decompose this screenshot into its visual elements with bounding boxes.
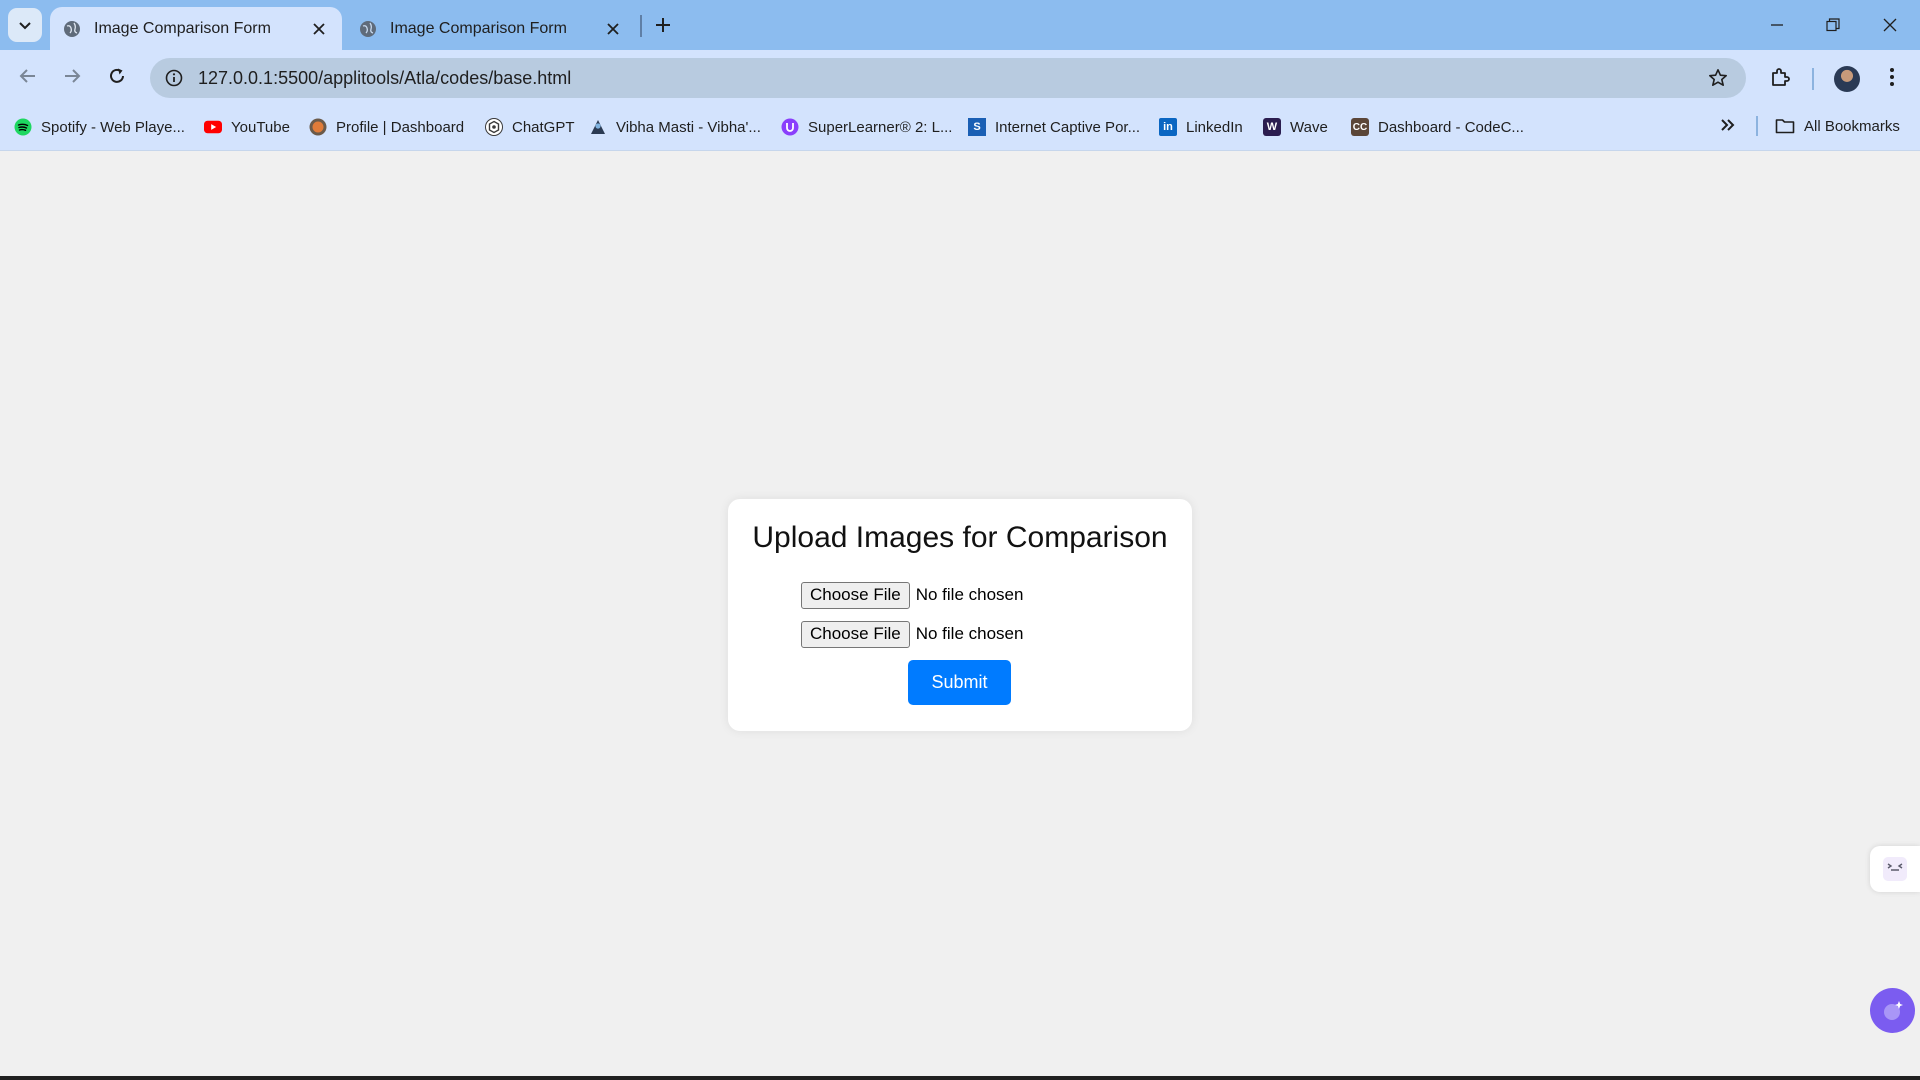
globe-icon [62, 19, 82, 39]
tab-image-comparison-form[interactable]: Image Comparison Form [346, 7, 636, 50]
folder-icon [1775, 118, 1795, 134]
arrow-right-icon [65, 69, 81, 83]
extensions-button[interactable] [1764, 60, 1798, 94]
reload-icon [110, 68, 124, 83]
bookmark-label: YouTube [231, 118, 290, 136]
all-bookmarks-label: All Bookmarks [1804, 117, 1900, 135]
close-icon [1883, 18, 1897, 32]
chevron-down-icon [19, 22, 31, 30]
spotify-icon [14, 118, 32, 136]
bookmark-superlearner[interactable]: SuperLearner® 2: L... [781, 114, 952, 140]
profile-avatar[interactable] [1834, 66, 1860, 92]
bookmark-label: Wave [1290, 118, 1328, 136]
assistant-floating-button[interactable] [1870, 988, 1915, 1033]
choose-file-button-1[interactable]: Choose File [801, 581, 910, 609]
forward-button[interactable] [54, 58, 90, 94]
chatgpt-icon [485, 118, 503, 136]
bookmark-label: Internet Captive Por... [995, 118, 1141, 136]
bookmark-star-icon[interactable] [1702, 62, 1734, 94]
superlearner-icon [781, 118, 799, 136]
globe-icon [358, 19, 378, 39]
page-title: Upload Images for Comparison [752, 521, 1168, 554]
captive-portal-icon: S [968, 118, 986, 136]
linkedin-icon: in [1159, 118, 1177, 136]
page-viewport: Upload Images for Comparison Choose File… [0, 152, 1920, 1076]
wave-icon: W [1263, 118, 1281, 136]
file-input-1[interactable]: Choose File No file chosen [801, 581, 1023, 609]
bookmark-profile-dashboard[interactable]: Profile | Dashboard [309, 114, 464, 140]
minimize-icon [1771, 24, 1783, 26]
tab-title: Image Comparison Form [390, 19, 567, 37]
browser-toolbar: 127.0.0.1:5500/applitools/Atla/codes/bas… [0, 50, 1920, 102]
close-tab-icon[interactable] [306, 16, 332, 42]
file-input-2[interactable]: Choose File No file chosen [801, 620, 1023, 648]
arrow-left-icon [19, 69, 35, 83]
tab-title: Image Comparison Form [94, 19, 271, 37]
bookmark-spotify[interactable]: Spotify - Web Playe... [14, 114, 185, 140]
code-compare-icon [1883, 857, 1907, 881]
submit-button[interactable]: Submit [908, 660, 1011, 705]
back-button[interactable] [10, 58, 46, 94]
vibha-icon [589, 118, 607, 136]
browser-menu-button[interactable] [1875, 60, 1909, 94]
restore-icon [1826, 18, 1840, 32]
bookmark-vibha-masti[interactable]: Vibha Masti - Vibha'... [589, 114, 761, 140]
tab-strip: Image Comparison Form Image Comparison F… [0, 0, 1920, 50]
sparkle-chat-icon [1883, 1000, 1903, 1020]
bookmark-linkedin[interactable]: in LinkedIn [1159, 114, 1243, 140]
reload-button[interactable] [99, 58, 135, 94]
bookmark-youtube[interactable]: YouTube [204, 114, 290, 140]
plus-icon [656, 18, 670, 32]
close-window-button[interactable] [1862, 0, 1918, 50]
upload-form-card: Upload Images for Comparison Choose File… [728, 499, 1192, 731]
file-status-2: No file chosen [915, 624, 1024, 643]
bookmark-label: LinkedIn [1186, 118, 1243, 136]
side-panel-widget[interactable] [1870, 846, 1920, 892]
puzzle-icon [1772, 68, 1790, 86]
bookmark-label: Vibha Masti - Vibha'... [616, 118, 761, 136]
choose-file-button-2[interactable]: Choose File [801, 620, 910, 648]
tab-search-button[interactable] [8, 8, 42, 42]
restore-button[interactable] [1805, 0, 1861, 50]
toolbar-divider [1812, 68, 1814, 90]
new-tab-button[interactable] [648, 10, 678, 40]
taskbar-edge [0, 1076, 1920, 1080]
bookmark-wave[interactable]: W Wave [1263, 114, 1328, 140]
more-vertical-icon [1890, 68, 1894, 86]
file-status-1: No file chosen [915, 585, 1024, 604]
url-text[interactable]: 127.0.0.1:5500/applitools/Atla/codes/bas… [198, 68, 1702, 89]
bookmark-label: ChatGPT [512, 118, 575, 136]
bookmark-label: Spotify - Web Playe... [41, 118, 185, 136]
bookmark-internet-captive-portal[interactable]: S Internet Captive Por... [968, 114, 1140, 140]
youtube-icon [204, 118, 222, 136]
bookmarks-divider [1756, 116, 1758, 136]
double-chevron-right-icon [1721, 119, 1735, 131]
all-bookmarks-button[interactable]: All Bookmarks [1775, 114, 1900, 138]
more-bookmarks-button[interactable] [1714, 112, 1742, 138]
bookmark-label: Profile | Dashboard [336, 118, 465, 136]
bookmark-label: Dashboard - CodeC... [1378, 118, 1524, 136]
close-tab-icon[interactable] [600, 16, 626, 42]
bookmark-codechef-dashboard[interactable]: CC Dashboard - CodeC... [1351, 114, 1524, 140]
minimize-button[interactable] [1749, 0, 1805, 50]
tab-separator [640, 15, 642, 37]
bookmarks-bar: Spotify - Web Playe... YouTube Profile |… [0, 102, 1920, 151]
bookmark-label: SuperLearner® 2: L... [808, 118, 953, 136]
codechef-icon: CC [1351, 118, 1369, 136]
bookmark-chatgpt[interactable]: ChatGPT [485, 114, 575, 140]
tab-image-comparison-form-active[interactable]: Image Comparison Form [50, 7, 342, 50]
site-info-icon[interactable] [162, 66, 186, 90]
profile-icon [309, 118, 327, 136]
address-bar[interactable]: 127.0.0.1:5500/applitools/Atla/codes/bas… [150, 58, 1746, 98]
